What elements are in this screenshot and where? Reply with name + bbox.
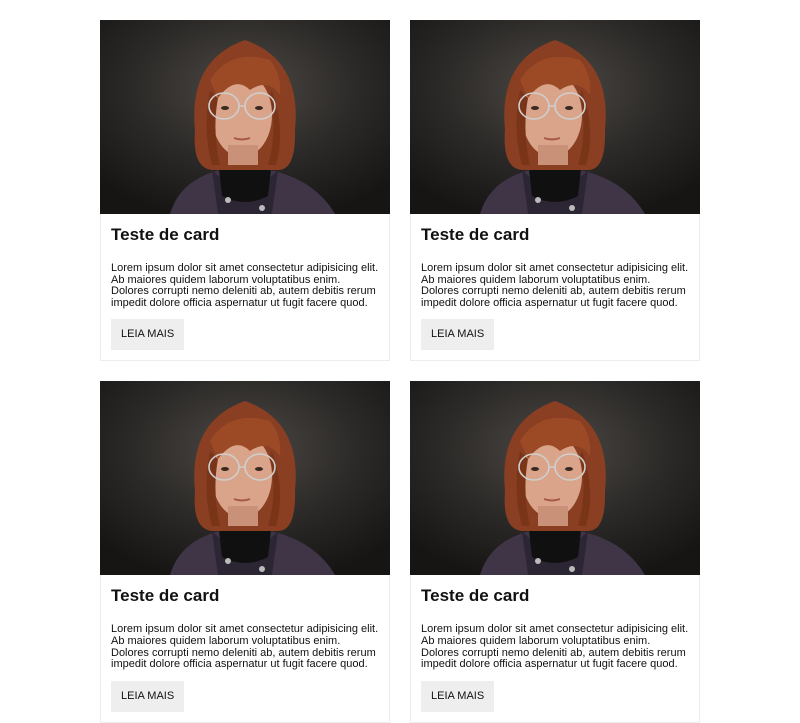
card-image <box>410 381 700 576</box>
read-more-button[interactable]: LEIA MAIS <box>421 319 495 351</box>
card-body: Teste de card Lorem ipsum dolor sit amet… <box>101 214 389 360</box>
card-text: Lorem ipsum dolor sit amet consectetur a… <box>421 623 689 671</box>
card-image <box>410 20 700 214</box>
card-grid: Teste de card Lorem ipsum dolor sit amet… <box>100 20 700 723</box>
card-text: Lorem ipsum dolor sit amet consectetur a… <box>111 262 379 309</box>
card: Teste de card Lorem ipsum dolor sit amet… <box>100 381 390 723</box>
card-text: Lorem ipsum dolor sit amet consectetur a… <box>111 623 379 671</box>
card-body: Teste de card Lorem ipsum dolor sit amet… <box>101 575 389 721</box>
card-title: Teste de card <box>111 586 220 606</box>
card-title: Teste de card <box>421 225 530 244</box>
card: Teste de card Lorem ipsum dolor sit amet… <box>100 20 390 362</box>
read-more-button[interactable]: LEIA MAIS <box>421 680 495 712</box>
card-image <box>100 20 390 214</box>
card-title: Teste de card <box>111 225 220 244</box>
card-title: Teste de card <box>421 586 530 606</box>
card-body: Teste de card Lorem ipsum dolor sit amet… <box>411 214 699 360</box>
card-text: Lorem ipsum dolor sit amet consectetur a… <box>421 262 689 309</box>
card: Teste de card Lorem ipsum dolor sit amet… <box>410 381 700 723</box>
card-image <box>100 381 390 576</box>
read-more-button[interactable]: LEIA MAIS <box>111 319 185 351</box>
card-body: Teste de card Lorem ipsum dolor sit amet… <box>411 575 699 721</box>
read-more-button[interactable]: LEIA MAIS <box>111 680 185 712</box>
card: Teste de card Lorem ipsum dolor sit amet… <box>410 20 700 362</box>
